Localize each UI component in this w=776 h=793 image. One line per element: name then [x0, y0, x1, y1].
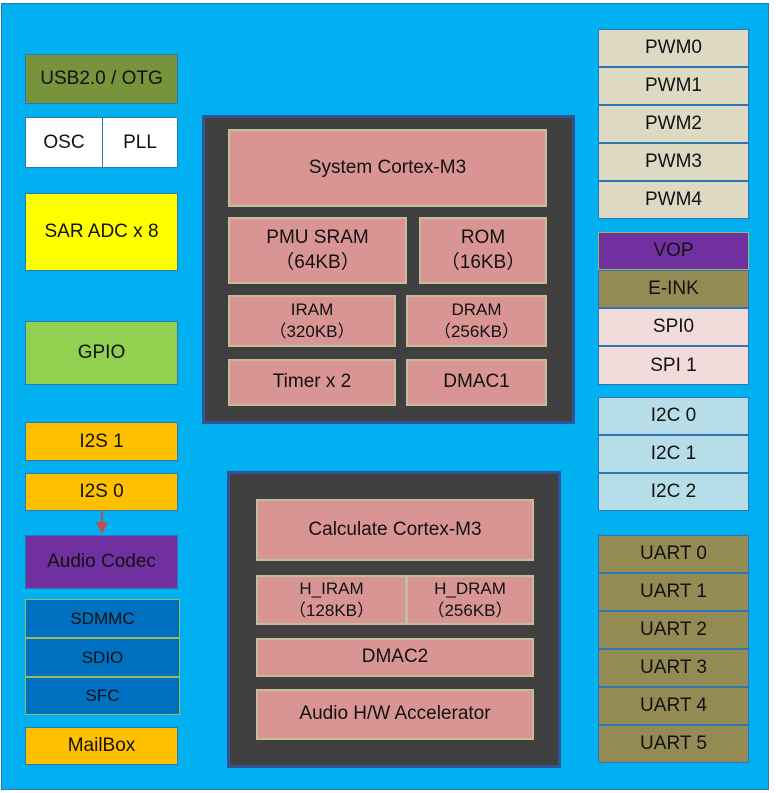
block-h-iram-128kb: H_IRAM （128KB） — [256, 575, 407, 625]
block-pll: PLL — [102, 117, 178, 168]
block-pwm1: PWM1 — [598, 67, 749, 105]
block-i2s-0: I2S 0 — [25, 473, 178, 511]
block-i2s-1: I2S 1 — [25, 422, 178, 461]
block-spi0: SPI0 — [598, 308, 749, 346]
block-i2c-2: I2C 2 — [598, 473, 749, 511]
block-dram-256kb: DRAM （256KB） — [406, 295, 547, 347]
block-h-dram-256kb: H_DRAM （256KB） — [406, 575, 534, 625]
block-uart-1: UART 1 — [598, 573, 749, 611]
block-i2c-1: I2C 1 — [598, 435, 749, 473]
block-uart-3: UART 3 — [598, 649, 749, 687]
block-osc: OSC — [25, 117, 103, 168]
block-uart-2: UART 2 — [598, 611, 749, 649]
block-usb2-0-otg: USB2.0 / OTG — [25, 54, 178, 104]
block-vop: VOP — [598, 232, 749, 270]
block-sdio: SDIO — [25, 638, 180, 677]
block-dmac1: DMAC1 — [406, 359, 547, 406]
block-uart-4: UART 4 — [598, 687, 749, 725]
block-pwm0: PWM0 — [598, 29, 749, 67]
block-calculate-cortex-m3: Calculate Cortex-M3 — [256, 499, 534, 561]
block-e-ink: E-INK — [598, 270, 749, 308]
block-rom-16kb: ROM （16KB） — [419, 217, 547, 284]
block-spi-1: SPI 1 — [598, 346, 749, 385]
block-pwm4: PWM4 — [598, 181, 749, 219]
block-gpio: GPIO — [25, 321, 178, 385]
block-timer-x-2: Timer x 2 — [228, 359, 396, 406]
block-uart-5: UART 5 — [598, 725, 749, 763]
block-dmac2: DMAC2 — [256, 638, 534, 677]
arrowhead-icon — [96, 522, 108, 534]
block-pwm2: PWM2 — [598, 105, 749, 143]
block-audio-h-w-accelerator: Audio H/W Accelerator — [256, 689, 534, 740]
block-mailbox: MailBox — [25, 727, 178, 765]
block-pwm3: PWM3 — [598, 143, 749, 181]
block-sar-adc-x-8: SAR ADC x 8 — [25, 193, 178, 271]
block-uart-0: UART 0 — [598, 535, 749, 573]
block-sdmmc: SDMMC — [25, 599, 180, 638]
block-sfc: SFC — [25, 677, 180, 715]
block-pmu-sram-64kb: PMU SRAM （64KB） — [228, 217, 407, 284]
block-i2c-0: I2C 0 — [598, 397, 749, 435]
block-audio-codec: Audio Codec — [25, 535, 178, 589]
diagram-blocks: USB2.0 / OTG OSC PLL SAR ADC x 8 GPIO I2S 1 I2… — [0, 0, 776, 793]
block-iram-320kb: IRAM （320KB） — [228, 295, 396, 347]
block-system-cortex-m3: System Cortex-M3 — [228, 129, 547, 207]
